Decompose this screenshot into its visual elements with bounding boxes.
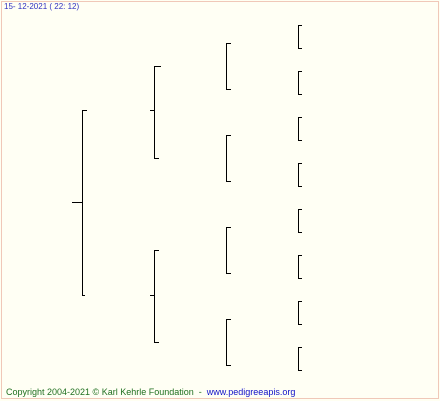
tree-connector [298,347,299,371]
tree-connector [226,365,231,366]
tree-connector [226,181,231,182]
tree-connector [298,94,302,95]
tree-connector [150,295,154,296]
copyright-text: Copyright 2004-2021 © Karl Kehrle Founda… [6,387,194,397]
tree-connector [298,71,302,72]
tree-connector [154,342,159,343]
tree-connector [298,163,302,164]
tree-connector [298,117,299,141]
tree-connector [298,232,302,233]
tree-connector [298,370,302,371]
tree-connector [298,25,299,49]
tree-connector [82,110,83,296]
tree-connector [226,135,227,182]
tree-connector [298,324,302,325]
tree-connector [226,135,231,136]
tree-connector [298,209,302,210]
tree-connector [298,278,302,279]
tree-connector [298,163,299,187]
pedigree-frame: 15- 12-2021 ( 22: 12) Copyright 2004-202… [1,1,439,399]
tree-connector [226,43,231,44]
tree-connector [150,110,154,111]
tree-connector [226,43,227,90]
tree-connector [298,255,299,279]
tree-connector [298,209,299,233]
tree-connector [154,66,155,158]
tree-connector [298,347,302,348]
tree-connector [226,89,231,90]
tree-connector [154,158,159,159]
tree-connector [154,250,159,251]
tree-connector [226,227,231,228]
tree-connector [82,295,85,296]
tree-connector [226,227,227,274]
website-link[interactable]: www.pedigreeapis.org [207,387,296,397]
tree-connector [154,250,155,342]
tree-connector [298,301,302,302]
tree-connector [298,301,299,325]
tree-connector [154,66,161,67]
footer: Copyright 2004-2021 © Karl Kehrle Founda… [6,387,296,397]
tree-connector [226,319,227,366]
date-label: 15- 12-2021 ( 22: 12) [4,2,80,11]
tree-connector [72,202,82,203]
tree-connector [298,186,302,187]
tree-connector [226,319,231,320]
tree-connector [298,25,302,26]
tree-connector [298,71,299,95]
tree-connector [298,255,302,256]
tree-connector [298,140,302,141]
tree-connector [298,117,302,118]
tree-connector [226,273,231,274]
tree-connector [298,48,302,49]
tree-connector [82,110,87,111]
